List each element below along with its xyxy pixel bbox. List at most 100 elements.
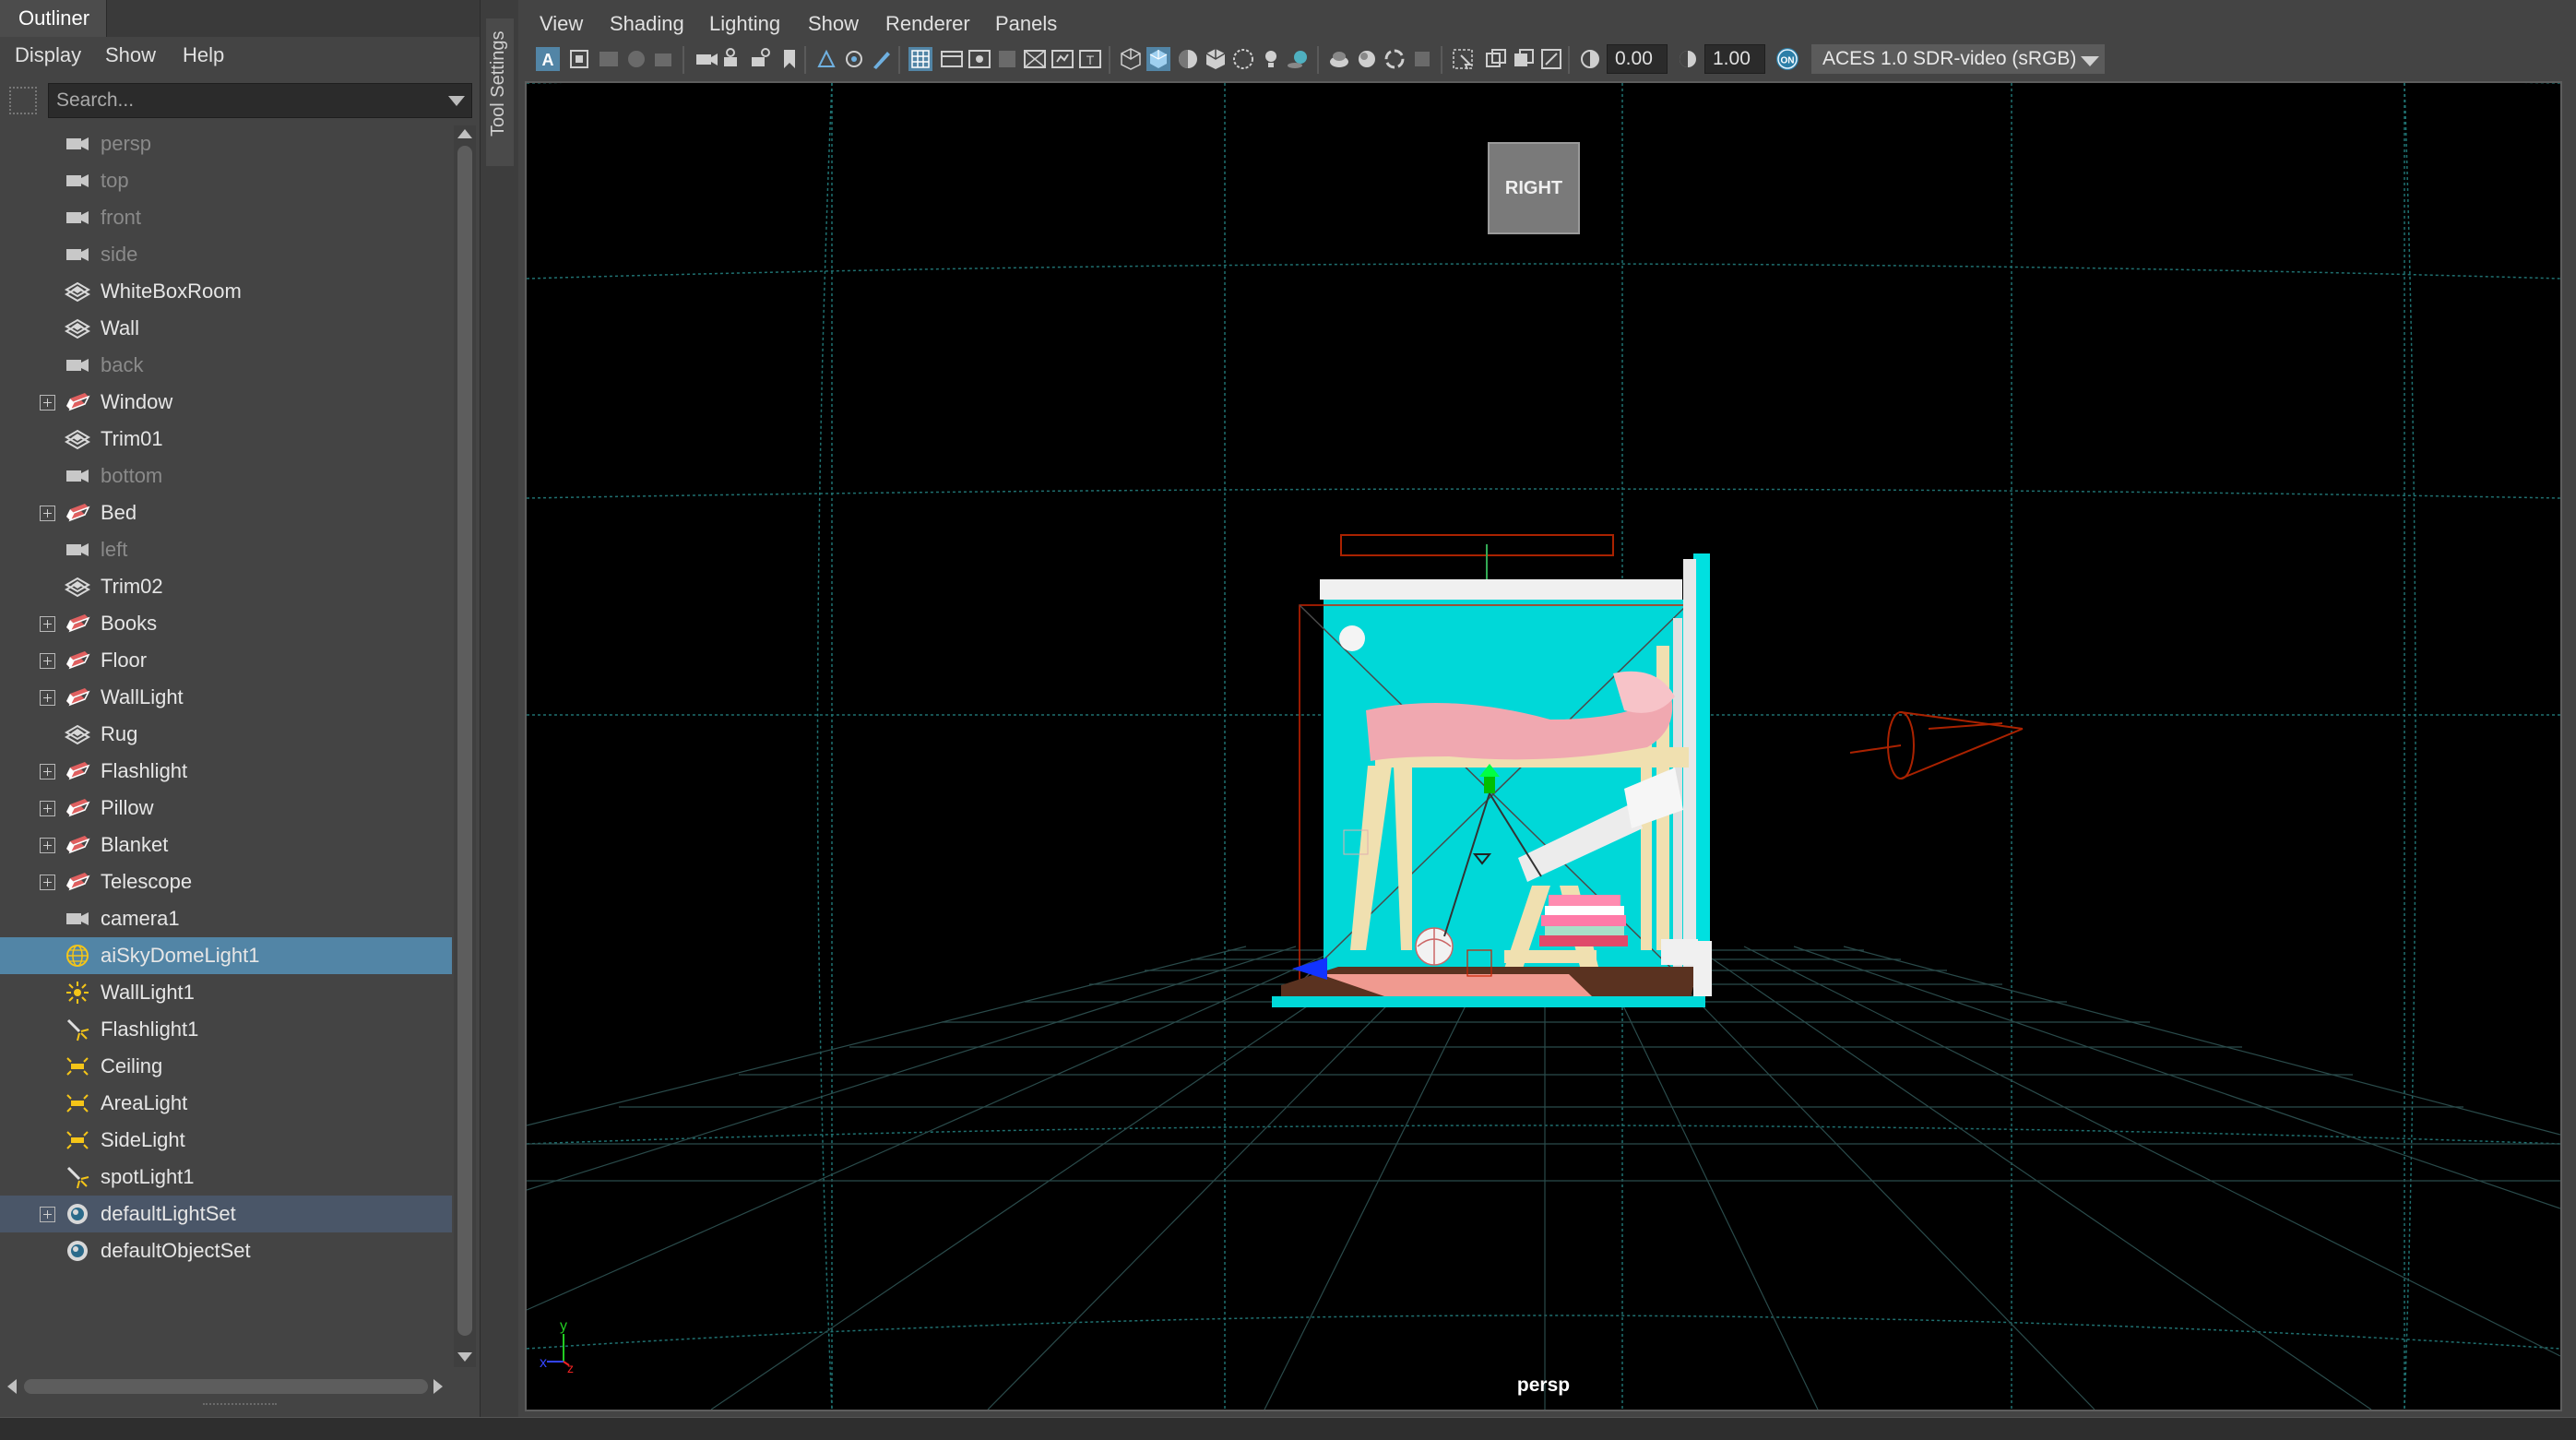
outliner-item-bottom[interactable]: bottom [0,458,452,494]
xray-joints-toggle-icon[interactable] [1538,46,1564,72]
camera-lock-icon[interactable] [721,46,747,72]
shadows-icon[interactable] [1286,46,1312,72]
menu-help[interactable]: Help [183,37,224,74]
outliner-item-left[interactable]: left [0,531,452,568]
pencil-icon[interactable] [869,46,895,72]
search-options-icon[interactable] [9,87,37,114]
default-material-icon[interactable] [1175,46,1201,72]
resize-grip[interactable] [203,1403,277,1409]
grease-pencil-icon[interactable] [694,46,719,72]
outliner-item-bed[interactable]: Bed [0,494,452,531]
outliner-item-telescope[interactable]: Telescope [0,863,452,900]
wireframe-on-shaded-icon[interactable] [1203,46,1229,72]
menu-view[interactable]: View [540,7,583,41]
outliner-item-spotlight1[interactable]: spotLight1 [0,1159,452,1196]
outliner-item-camera1[interactable]: camera1 [0,900,452,937]
outliner-item-trim01[interactable]: Trim01 [0,421,452,458]
gamma-icon[interactable] [1675,46,1701,72]
outliner-item-whiteboxroom[interactable]: WhiteBoxRoom [0,273,452,310]
outliner-item-ceiling[interactable]: Ceiling [0,1048,452,1085]
scroll-left-icon[interactable] [7,1379,17,1394]
scroll-down-icon[interactable] [457,1352,472,1362]
use-lights-icon[interactable] [1258,46,1284,72]
outliner-item-trim02[interactable]: Trim02 [0,568,452,605]
multisample-aa-icon[interactable] [1382,46,1407,72]
scroll-right-icon[interactable] [433,1379,443,1394]
expand-plus-icon[interactable] [40,801,55,816]
outliner-item-flashlight1[interactable]: Flashlight1 [0,1011,452,1048]
menu-display[interactable]: Display [15,37,81,74]
outliner-item-rug[interactable]: Rug [0,716,452,753]
expand-plus-icon[interactable] [40,395,55,411]
outliner-item-window[interactable]: Window [0,384,452,421]
outliner-item-floor[interactable]: Floor [0,642,452,679]
outliner-item-defaultobjectset[interactable]: defaultObjectSet [0,1232,452,1269]
view-cube[interactable]: RIGHT [1488,142,1580,234]
xray-joints-icon[interactable] [813,46,839,72]
scroll-thumb[interactable] [457,146,472,1336]
image-plane-icon[interactable] [623,46,649,72]
grid-icon[interactable] [908,46,933,72]
expand-plus-icon[interactable] [40,506,55,521]
outliner-item-flashlight[interactable]: Flashlight [0,753,452,790]
menu-lighting[interactable]: Lighting [709,7,780,41]
outliner-vertical-scrollbar[interactable] [454,125,476,1367]
xray-icon[interactable] [1483,46,1509,72]
expand-plus-icon[interactable] [40,616,55,632]
expand-plus-icon[interactable] [40,764,55,780]
gamma-field[interactable]: 1.00 [1704,44,1765,74]
outliner-item-aiskydomelight1[interactable]: aiSkyDomeLight1 [0,937,452,974]
field-chart-icon[interactable] [1022,46,1048,72]
colorspace-dropdown[interactable]: ACES 1.0 SDR-video (sRGB) [1811,44,2105,74]
scroll-up-icon[interactable] [457,129,472,138]
exposure-field[interactable]: 0.00 [1607,44,1668,74]
resolution-gate-icon[interactable] [967,46,992,72]
outliner-item-walllight1[interactable]: WallLight1 [0,974,452,1011]
outliner-item-defaultlightset[interactable]: defaultLightSet [0,1196,452,1232]
film-gate-toggle-icon[interactable] [939,46,965,72]
textured-icon[interactable] [1230,46,1256,72]
outliner-item-sidelight[interactable]: SideLight [0,1122,452,1159]
search-dropdown-icon[interactable] [448,96,465,106]
outliner-item-arealight[interactable]: AreaLight [0,1085,452,1122]
outliner-item-front[interactable]: front [0,199,452,236]
expand-plus-icon[interactable] [40,1207,55,1222]
screen-space-ao-icon[interactable] [1326,46,1352,72]
expand-plus-icon[interactable] [40,653,55,669]
outliner-horizontal-scrollbar[interactable] [0,1375,452,1398]
isolate-select-icon[interactable] [1450,46,1476,72]
safe-action-icon[interactable] [1050,46,1075,72]
expand-plus-icon[interactable] [40,875,55,890]
scroll-thumb-horizontal[interactable] [24,1379,428,1394]
outliner-tab[interactable]: Outliner [0,0,107,37]
smooth-shade-icon[interactable] [1146,46,1171,72]
expand-plus-icon[interactable] [40,690,55,706]
expand-plus-icon[interactable] [40,838,55,853]
film-gate-icon[interactable] [749,46,775,72]
bookmark-icon[interactable] [777,46,802,72]
outliner-item-blanket[interactable]: Blanket [0,827,452,863]
bookmarks-icon[interactable] [596,46,622,72]
select-camera-icon[interactable]: A [535,46,561,72]
perspective-viewport[interactable]: y x z RIGHT persp [525,81,2562,1411]
chevron-down-icon[interactable] [2081,56,2099,66]
motion-blur-icon[interactable] [1354,46,1380,72]
outliner-item-side[interactable]: side [0,236,452,273]
outliner-item-top[interactable]: top [0,162,452,199]
outliner-item-wall[interactable]: Wall [0,310,452,347]
outliner-item-back[interactable]: back [0,347,452,384]
gate-mask-icon[interactable] [994,46,1020,72]
color-management-toggle-icon[interactable]: ON [1775,46,1800,72]
menu-show[interactable]: Show [105,37,156,74]
snap-icon[interactable] [841,46,867,72]
xray-active-components-icon[interactable] [1511,46,1537,72]
search-input[interactable] [48,83,472,118]
depth-of-field-icon[interactable] [1409,46,1435,72]
outliner-item-persp[interactable]: persp [0,125,452,162]
wireframe-icon[interactable] [1118,46,1144,72]
menu-panels[interactable]: Panels [995,7,1057,41]
safe-title-icon[interactable]: T [1077,46,1103,72]
menu-renderer[interactable]: Renderer [885,7,970,41]
camera-attributes-icon[interactable] [566,46,592,72]
exposure-icon[interactable] [1577,46,1603,72]
